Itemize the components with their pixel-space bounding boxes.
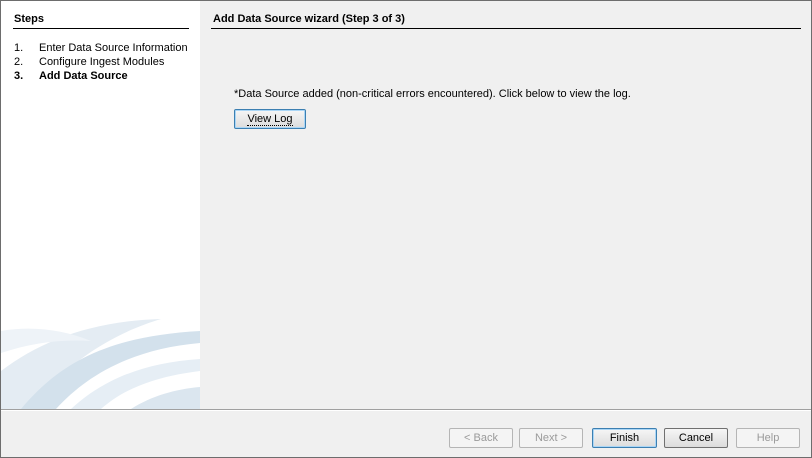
steps-title: Steps (14, 13, 44, 25)
step-label: Enter Data Source Information (39, 42, 188, 54)
help-button[interactable]: Help (736, 428, 800, 448)
step-number: 1. (14, 42, 24, 54)
next-button[interactable]: Next > (519, 428, 583, 448)
title-divider (211, 28, 801, 29)
steps-panel: Steps 1. Enter Data Source Information 2.… (1, 1, 200, 409)
footer-divider-highlight (1, 410, 811, 411)
cancel-button[interactable]: Cancel (664, 428, 728, 448)
step-number: 2. (14, 56, 24, 68)
wizard-title: Add Data Source wizard (Step 3 of 3) (213, 13, 405, 25)
wizard-dialog: Steps 1. Enter Data Source Information 2.… (0, 0, 812, 458)
status-message: *Data Source added (non-critical errors … (234, 88, 631, 100)
view-log-label: View Log (247, 113, 293, 126)
step-item-1: 1. Enter Data Source Information (14, 41, 188, 55)
step-item-2: 2. Configure Ingest Modules (14, 55, 188, 69)
view-log-button[interactable]: View Log (234, 109, 306, 129)
decorative-swoosh-graphic (1, 319, 200, 409)
step-label: Add Data Source (39, 70, 128, 82)
steps-list: 1. Enter Data Source Information 2. Config… (14, 41, 188, 83)
step-number: 3. (14, 70, 24, 82)
finish-button[interactable]: Finish (592, 428, 657, 448)
step-item-3: 3. Add Data Source (14, 69, 188, 83)
back-button[interactable]: < Back (449, 428, 513, 448)
steps-divider (13, 28, 189, 29)
step-label: Configure Ingest Modules (39, 56, 165, 68)
